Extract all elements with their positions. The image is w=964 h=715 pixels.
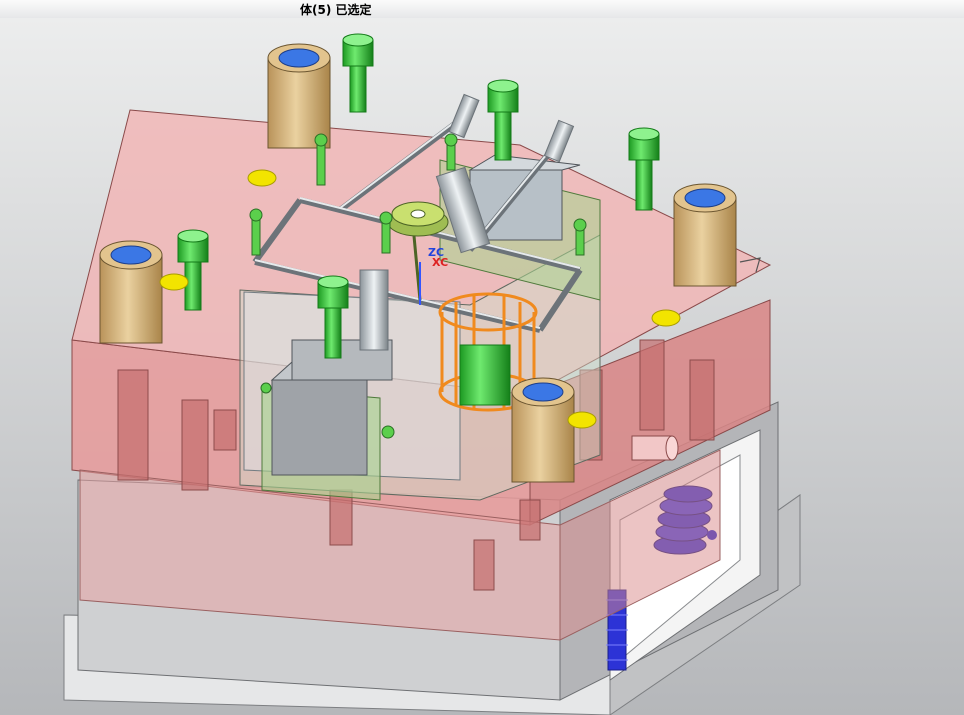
guide-bushing-3[interactable] (673, 183, 737, 287)
guide-bushing-4[interactable] (511, 377, 575, 483)
graphics-viewport[interactable]: ZC XC (0, 18, 964, 715)
status-bar: 体(5) 已选定 (0, 0, 964, 19)
svg-text:XC: XC (432, 256, 448, 269)
mold-assembly-view[interactable]: ZC XC (0, 18, 964, 715)
guide-bushing-2[interactable] (99, 240, 163, 344)
selection-status: 体(5) 已选定 (300, 3, 372, 17)
cooling-nozzle[interactable] (631, 435, 679, 461)
guide-bushing-1[interactable] (267, 43, 331, 149)
core-pin[interactable] (459, 344, 511, 406)
